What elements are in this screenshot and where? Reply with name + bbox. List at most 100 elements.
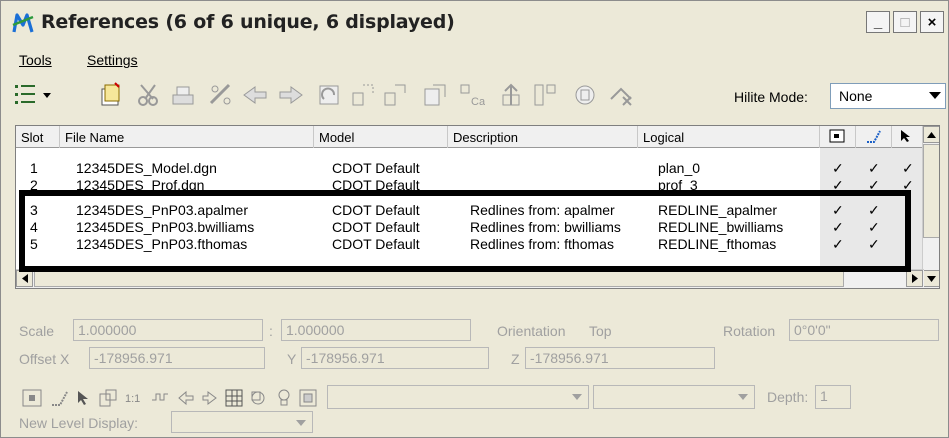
offset-z-label: Z: [511, 351, 520, 367]
copy-icon[interactable]: [241, 81, 269, 109]
offset-x-field[interactable]: -178956.971: [89, 347, 265, 369]
scroll-down-button[interactable]: [923, 270, 939, 287]
true-scale-icon[interactable]: 1:1: [123, 387, 145, 409]
model-cell: CDOT Default: [332, 160, 420, 176]
clip-mask-toggle-icon[interactable]: [297, 387, 319, 409]
toolbar: Ca Hilite Mode: None: [1, 75, 948, 115]
orientation-label: Orientation: [497, 323, 566, 339]
display-toggle-icon[interactable]: [21, 387, 43, 409]
table-row[interactable]: 1 12345DES_Model.dgn CDOT Default plan_0…: [16, 160, 939, 177]
exchange-icon[interactable]: [571, 81, 599, 109]
clip-front-icon[interactable]: [497, 81, 525, 109]
slot-cell: 1: [30, 160, 38, 176]
offset-z-field[interactable]: -178956.971: [525, 347, 715, 369]
offset-x-label: Offset X: [19, 351, 70, 367]
chevron-down-icon: [738, 394, 748, 400]
hilite-mode-value: None: [839, 88, 873, 104]
column-header-slot[interactable]: Slot: [16, 126, 60, 148]
logical-cell: plan_0: [658, 160, 701, 176]
offset-y-field[interactable]: -178956.971: [301, 347, 489, 369]
display-icon: [829, 129, 845, 143]
snap-check[interactable]: ✓: [868, 160, 880, 177]
detach-icon[interactable]: [135, 81, 163, 109]
chevron-down-icon: [929, 92, 941, 99]
snap-icon: [867, 130, 881, 143]
depth-field[interactable]: 1: [815, 385, 851, 409]
new-level-display-select[interactable]: [171, 411, 313, 433]
use-lights-icon[interactable]: [199, 387, 221, 409]
maximize-button[interactable]: □: [893, 11, 917, 33]
chevron-down-icon: [572, 394, 582, 400]
chevron-down-icon: [296, 420, 306, 426]
offset-y-label: Y: [287, 351, 297, 367]
scroll-left-button[interactable]: [16, 270, 33, 287]
locate-icon: [901, 130, 910, 142]
rotation-field[interactable]: 0°0'0": [789, 319, 939, 341]
snap-toggle-icon[interactable]: [49, 387, 71, 409]
column-header-display[interactable]: [820, 126, 856, 148]
lightbulb-icon[interactable]: [273, 387, 295, 409]
chevron-right-icon: [911, 274, 918, 283]
file-name-cell: 12345DES_Model.dgn: [76, 160, 217, 176]
minimize-button[interactable]: _: [866, 11, 890, 33]
display-mode-select[interactable]: [593, 385, 755, 409]
locate-toggle-icon[interactable]: [73, 387, 95, 409]
list-display-icon[interactable]: [13, 81, 57, 109]
window-title: References (6 of 6 unique, 6 displayed): [41, 11, 455, 33]
move-icon[interactable]: [207, 81, 235, 109]
locate-check[interactable]: ✓: [902, 160, 914, 177]
mirror-horizontal-icon[interactable]: [315, 81, 343, 109]
reload-icon[interactable]: [169, 81, 197, 109]
highlight-annotation-box: [19, 190, 911, 272]
column-header-locate[interactable]: [892, 126, 924, 148]
rotation-label: Rotation: [723, 323, 776, 339]
scale-separator: :: [269, 323, 273, 339]
clip-mask-icon[interactable]: [421, 81, 449, 109]
scale-label: Scale: [19, 323, 55, 339]
scale-reference-field[interactable]: 1.000000: [281, 319, 471, 341]
references-window: References (6 of 6 unique, 6 displayed) …: [0, 0, 949, 438]
display-check[interactable]: ✓: [832, 160, 844, 177]
chevron-left-icon: [21, 274, 28, 283]
hilite-mode-label: Hilite Mode:: [734, 89, 808, 105]
depth-label: Depth:: [767, 389, 809, 405]
horizontal-scroll-thumb[interactable]: [34, 270, 844, 287]
rotate-icon[interactable]: [277, 81, 305, 109]
microstation-app-icon: [12, 13, 34, 33]
vertical-scrollbar[interactable]: [922, 126, 939, 288]
levels-icon[interactable]: [223, 387, 245, 409]
mirror-vertical-icon[interactable]: [349, 81, 377, 109]
menu-bar: Tools Settings: [1, 49, 948, 71]
treat-as-element-icon[interactable]: [97, 387, 119, 409]
attach-icon[interactable]: [97, 81, 125, 109]
column-header-description[interactable]: Description: [448, 126, 638, 148]
hilite-mode-select[interactable]: None: [830, 83, 946, 109]
delete-clip-icon[interactable]: Ca: [457, 81, 485, 109]
attachment-display-icon[interactable]: [247, 387, 269, 409]
scale-line-styles-icon[interactable]: [149, 387, 171, 409]
clip-back-icon[interactable]: [531, 81, 559, 109]
menu-tools[interactable]: Tools: [19, 52, 52, 68]
table-header: Slot File Name Model Description Logical: [16, 126, 939, 148]
close-button[interactable]: ×: [920, 11, 944, 33]
chevron-up-icon: [927, 131, 936, 138]
scale-master-field[interactable]: 1.000000: [73, 319, 263, 341]
scroll-right-button[interactable]: [906, 270, 923, 287]
svg-text:1:1: 1:1: [125, 393, 140, 405]
new-level-display-label: New Level Display:: [19, 415, 139, 431]
clip-boundary-icon[interactable]: [381, 81, 409, 109]
column-header-model[interactable]: Model: [314, 126, 448, 148]
vertical-scroll-thumb[interactable]: [923, 144, 939, 238]
orientation-value: Top: [589, 323, 612, 339]
column-header-logical[interactable]: Logical: [638, 126, 820, 148]
scroll-up-button[interactable]: [923, 126, 939, 143]
ignore-attachment-icon[interactable]: [175, 387, 197, 409]
column-header-file-name[interactable]: File Name: [60, 126, 314, 148]
presentation-select[interactable]: [327, 385, 589, 409]
chevron-down-icon: [927, 275, 936, 282]
column-header-snap[interactable]: [856, 126, 892, 148]
menu-settings[interactable]: Settings: [87, 52, 138, 68]
title-bar[interactable]: References (6 of 6 unique, 6 displayed) …: [1, 1, 948, 45]
make-direct-icon[interactable]: [607, 81, 635, 109]
svg-text:Ca: Ca: [471, 96, 485, 108]
